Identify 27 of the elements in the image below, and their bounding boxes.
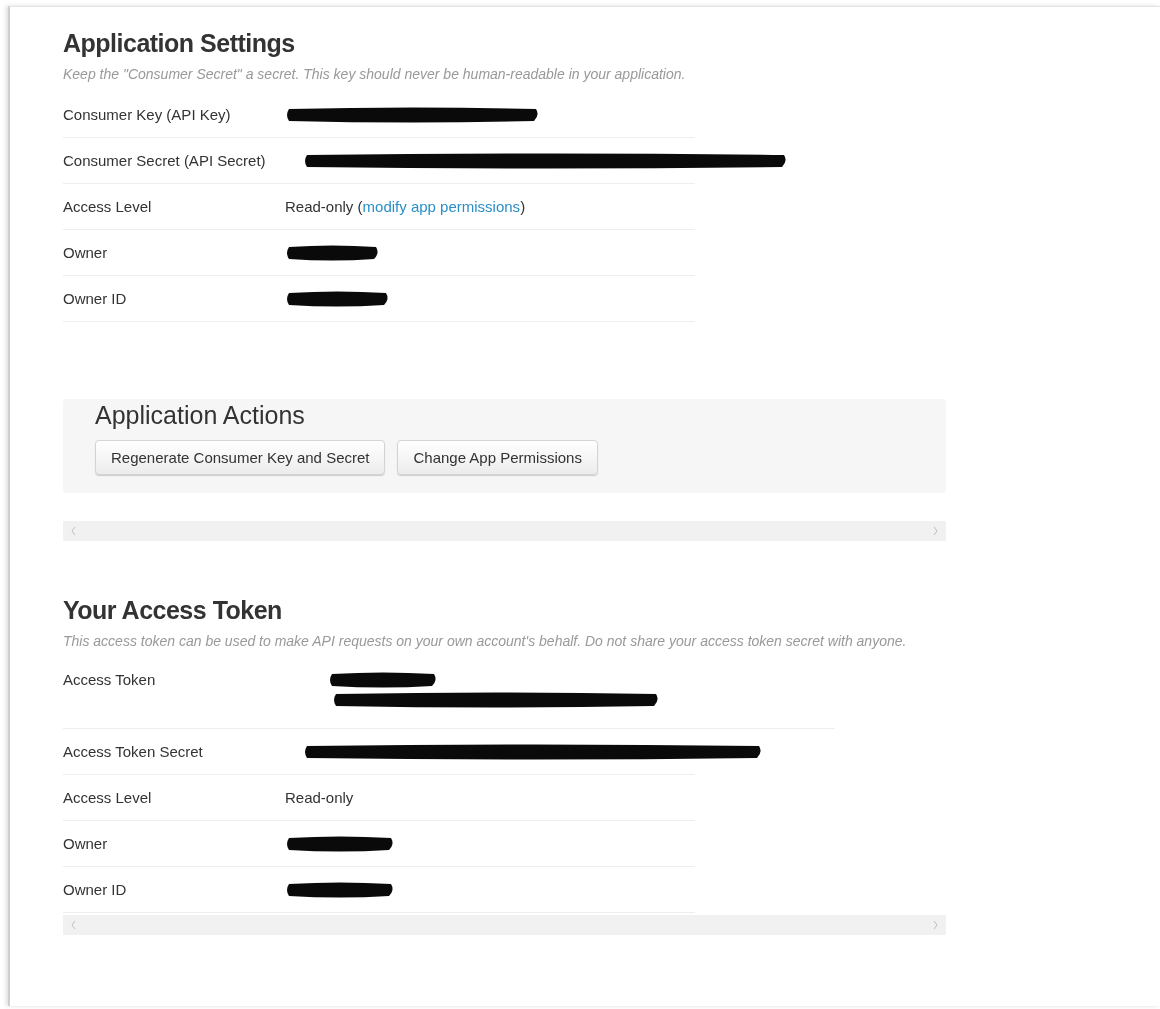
field-value: Read-only ( xyxy=(285,198,363,215)
field-label: Owner xyxy=(63,835,109,852)
horizontal-scrollbar[interactable] xyxy=(63,915,946,935)
field-label: Consumer Key (API Key) xyxy=(63,106,232,123)
section-description: This access token can be used to make API requests on your own account's behalf. Do not share your access token secret with anyone. xyxy=(63,633,908,649)
field-value: Read-only xyxy=(285,789,354,806)
field-label: Owner ID xyxy=(63,881,128,898)
section-title: Application Settings xyxy=(63,29,296,58)
field-label: Owner ID xyxy=(63,290,128,307)
field-label: Access Token Secret xyxy=(63,743,204,760)
scroll-right-icon[interactable] xyxy=(933,921,938,929)
closing-parenthesis: ) xyxy=(520,198,526,215)
panel-title: Application Actions xyxy=(95,401,306,430)
field-label: Access Level xyxy=(63,198,153,215)
field-label: Access Token xyxy=(63,671,157,688)
action-button[interactable]: Regenerate Consumer Key and Secret xyxy=(95,440,386,475)
field-label: Owner xyxy=(63,244,109,261)
section-title: Your Access Token xyxy=(63,596,283,625)
scroll-left-icon[interactable] xyxy=(71,527,76,535)
horizontal-scrollbar[interactable] xyxy=(63,521,946,541)
section-description: Keep the "Consumer Secret" a secret. This key should never be human-readable in your application. xyxy=(63,66,687,82)
field-label: Access Level xyxy=(63,789,153,806)
field-label: Consumer Secret (API Secret) xyxy=(63,152,267,169)
permissions-link[interactable]: modify app permissions xyxy=(362,198,521,215)
action-button[interactable]: Change App Permissions xyxy=(397,440,598,475)
scroll-left-icon[interactable] xyxy=(71,921,76,929)
scroll-right-icon[interactable] xyxy=(933,527,938,535)
